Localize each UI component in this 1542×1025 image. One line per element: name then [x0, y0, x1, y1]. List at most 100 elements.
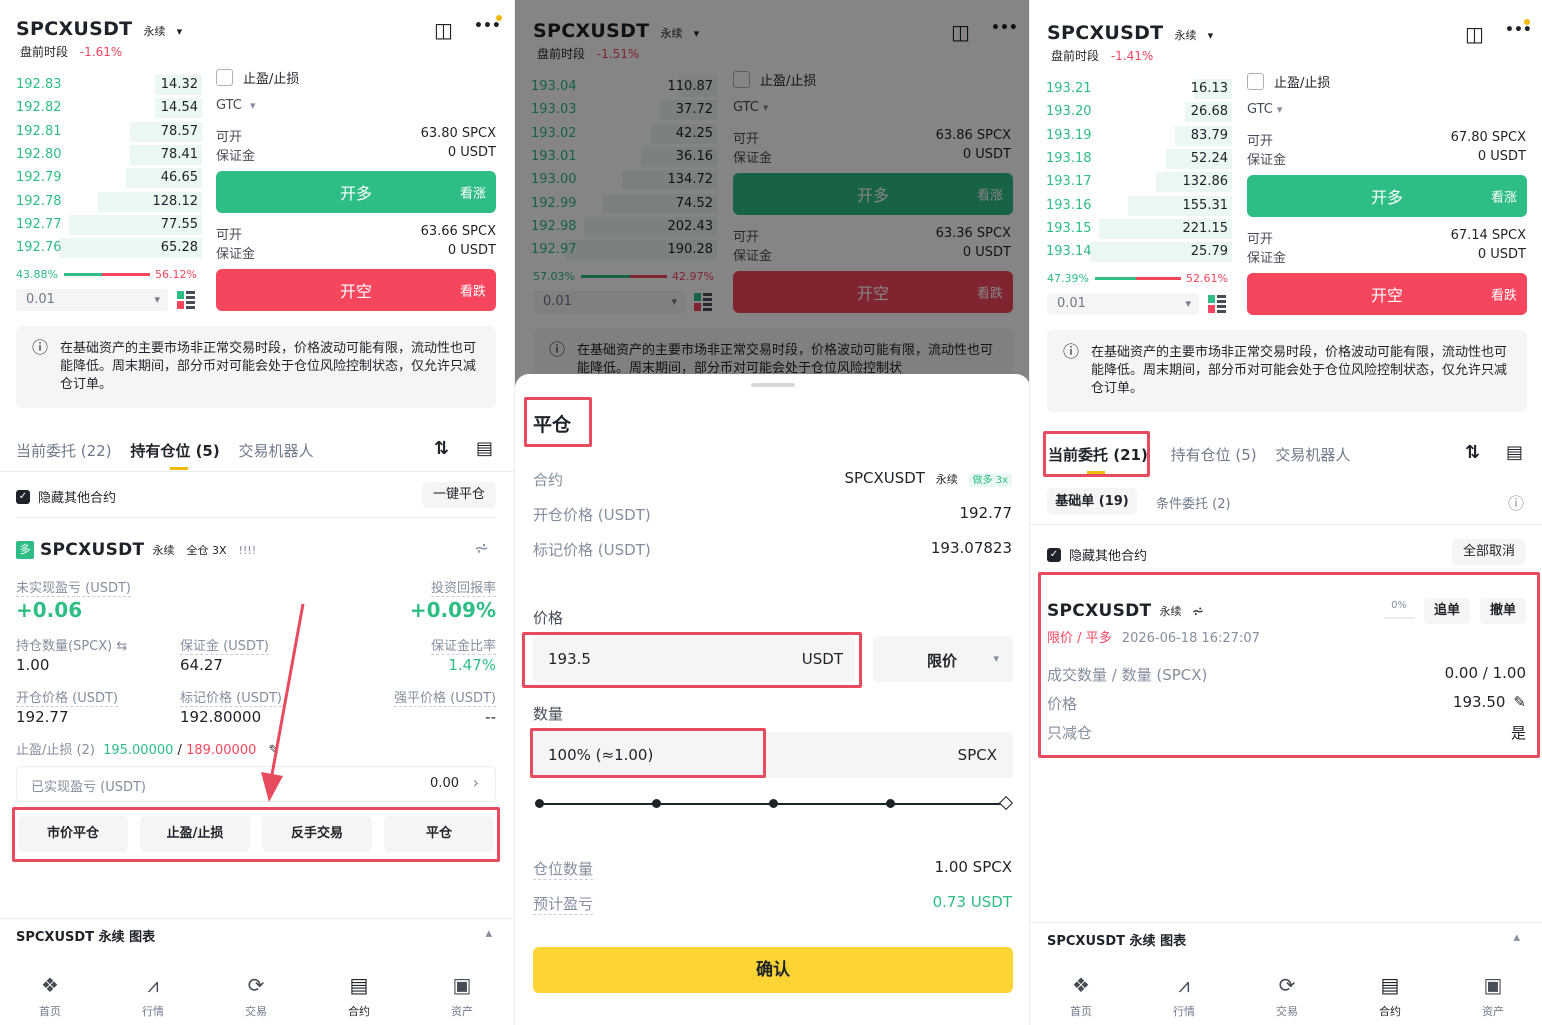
- orderbook-row[interactable]: 192.83 14.32: [12, 74, 202, 96]
- slider-stop[interactable]: [652, 799, 661, 808]
- orderbook-row[interactable]: 192.81 78.57: [12, 121, 202, 143]
- orderbook-qty: 78.41: [160, 146, 198, 162]
- available-label: 可开: [1247, 232, 1274, 247]
- slider-handle[interactable]: [998, 795, 1014, 811]
- history-doc-icon[interactable]: ▤: [1506, 442, 1523, 463]
- modal-overlay[interactable]: [515, 0, 1029, 390]
- quantity-input[interactable]: 100% (≈1.00) SPCX: [533, 732, 1013, 778]
- slider-stop[interactable]: [535, 799, 544, 808]
- orderbook-row[interactable]: 192.78 128.12: [12, 191, 202, 213]
- tpsl-row: 止盈/止损 (2) 195.00000 / 189.00000 ✎: [16, 739, 279, 758]
- subtab-conditional[interactable]: 条件委托 (2): [1156, 493, 1231, 512]
- info-icon[interactable]: ⓘ: [1508, 490, 1524, 514]
- home-icon: ❖: [41, 973, 59, 997]
- nav-trade[interactable]: ⟳ 交易: [1257, 973, 1317, 1019]
- tpsl-button[interactable]: 止盈/止损: [140, 816, 250, 852]
- market-close-button[interactable]: 市价平仓: [18, 816, 128, 852]
- tab-open-orders[interactable]: 当前委托 (21): [1048, 446, 1148, 464]
- orderbook-row[interactable]: 192.79 46.65: [12, 167, 202, 189]
- nav-markets[interactable]: ⩘ 行情: [1154, 973, 1214, 1019]
- qty-label[interactable]: 持仓数量(SPCX) ⇆: [16, 635, 127, 654]
- nav-futures[interactable]: ▤ 合约: [1360, 973, 1420, 1019]
- orderbook-layout-icon[interactable]: [177, 291, 195, 309]
- nav-home[interactable]: ❖ 首页: [20, 973, 80, 1019]
- candlestick-icon[interactable]: ◫: [1465, 22, 1484, 46]
- tab-open-orders[interactable]: 当前委托 (22): [16, 442, 112, 460]
- share-icon[interactable]: ⩫: [1191, 602, 1204, 620]
- orderbook-row[interactable]: 193.20 26.68: [1042, 101, 1232, 123]
- precision-select[interactable]: 0.01 ▾: [1047, 293, 1199, 315]
- confirm-button[interactable]: 确认: [533, 947, 1013, 993]
- tab-bots[interactable]: 交易机器人: [1275, 446, 1350, 464]
- chevron-down-icon: ▾: [154, 293, 160, 306]
- orderbook-row[interactable]: 193.16 155.31: [1042, 195, 1232, 217]
- orderbook-row[interactable]: 193.21 16.13: [1042, 78, 1232, 100]
- orderbook-price: 193.16: [1046, 197, 1092, 213]
- close-all-button[interactable]: 一键平仓: [422, 482, 496, 508]
- nav-markets[interactable]: ⩘ 行情: [123, 973, 183, 1019]
- nav-trade[interactable]: ⟳ 交易: [226, 973, 286, 1019]
- open-short-button[interactable]: 开空 看跌: [216, 269, 496, 311]
- edit-pen-icon[interactable]: ✎: [1513, 693, 1526, 711]
- cancel-order-button[interactable]: 撤单: [1480, 598, 1526, 624]
- orderbook-row[interactable]: 193.15 221.15: [1042, 218, 1232, 240]
- tab-positions[interactable]: 持有仓位 (5): [130, 442, 219, 460]
- nav-futures[interactable]: ▤ 合约: [329, 973, 389, 1019]
- nav-assets[interactable]: ▣ 资产: [1463, 973, 1523, 1019]
- orderbook-row[interactable]: 192.82 14.54: [12, 97, 202, 119]
- close-position-button[interactable]: 平仓: [384, 816, 494, 852]
- nav-home[interactable]: ❖ 首页: [1051, 973, 1111, 1019]
- chart-bar[interactable]: SPCXUSDT 永续 图表 ▴: [1030, 930, 1542, 960]
- orderbook-qty: 83.79: [1190, 127, 1228, 143]
- orderbook-row[interactable]: 192.76 65.28: [12, 237, 202, 259]
- orderbook-price: 192.83: [16, 77, 62, 92]
- contract-symbol: SPCXUSDT: [844, 469, 925, 487]
- open-short-button[interactable]: 开空 看跌: [1247, 273, 1527, 315]
- long-badge-icon: 多: [16, 541, 34, 559]
- symbol-header[interactable]: SPCXUSDT 永续 ▾: [1047, 22, 1213, 44]
- orderbook-row[interactable]: 193.18 52.24: [1042, 148, 1232, 170]
- slider-stop[interactable]: [769, 799, 778, 808]
- hide-other-toggle[interactable]: ✓ 隐藏其他合约: [1047, 545, 1147, 564]
- subtab-basic[interactable]: 基础单 (19): [1047, 488, 1137, 515]
- candlestick-icon[interactable]: ◫: [434, 18, 453, 42]
- share-icon[interactable]: ⩫: [474, 538, 489, 559]
- price-input[interactable]: 193.5 USDT: [533, 636, 855, 682]
- chart-bar[interactable]: SPCXUSDT 永续 图表 ▴: [0, 926, 514, 956]
- orderbook-layout-icon[interactable]: [1208, 295, 1226, 313]
- tpsl-checkbox[interactable]: [1247, 73, 1264, 90]
- tpsl-toggle[interactable]: 止盈/止损: [1247, 72, 1330, 91]
- quantity-slider[interactable]: [535, 795, 1014, 811]
- orderbook-row[interactable]: 192.77 77.55: [12, 214, 202, 236]
- order-type-select[interactable]: 限价 ▾: [873, 636, 1013, 682]
- slider-stop[interactable]: [886, 799, 895, 808]
- orderbook-row[interactable]: 193.14 25.79: [1042, 241, 1232, 263]
- orderbook-row[interactable]: 193.17 132.86: [1042, 171, 1232, 193]
- orderbook-row[interactable]: 192.80 78.41: [12, 144, 202, 166]
- nav-assets[interactable]: ▣ 资产: [432, 973, 492, 1019]
- tif-select[interactable]: GTC ▾: [1247, 102, 1282, 117]
- chevron-down-icon: ▾: [176, 25, 183, 38]
- reverse-button[interactable]: 反手交易: [262, 816, 372, 852]
- tpsl-toggle[interactable]: 止盈/止损: [216, 68, 299, 87]
- tab-bots[interactable]: 交易机器人: [239, 442, 314, 460]
- hide-other-toggle[interactable]: ✓ 隐藏其他合约: [16, 487, 116, 506]
- tif-select[interactable]: GTC ▾: [216, 98, 256, 113]
- precision-select[interactable]: 0.01 ▾: [16, 289, 168, 311]
- tab-positions[interactable]: 持有仓位 (5): [1171, 446, 1257, 464]
- open-long-button[interactable]: 开多 看涨: [1247, 175, 1527, 217]
- quantity-unit: SPCX: [957, 746, 997, 764]
- history-doc-icon[interactable]: ▤: [476, 438, 493, 459]
- tpsl-checkbox[interactable]: [216, 69, 233, 86]
- orderbook-qty: 77.55: [160, 216, 198, 232]
- open-long-button[interactable]: 开多 看涨: [216, 171, 496, 213]
- cancel-all-button[interactable]: 全部取消: [1452, 539, 1526, 565]
- margin-value: 0 USDT: [1477, 247, 1526, 262]
- sort-icon[interactable]: ⇅: [1465, 442, 1480, 463]
- sort-icon[interactable]: ⇅: [434, 438, 449, 459]
- symbol-header[interactable]: SPCXUSDT 永续 ▾: [16, 18, 182, 40]
- orderbook-row[interactable]: 193.19 83.79: [1042, 125, 1232, 147]
- orderbook: 193.21 16.13 193.20 26.68 193.19 83.79 193.18 5…: [1030, 78, 1240, 268]
- chase-button[interactable]: 追单: [1424, 598, 1470, 624]
- sheet-handle[interactable]: [751, 383, 795, 387]
